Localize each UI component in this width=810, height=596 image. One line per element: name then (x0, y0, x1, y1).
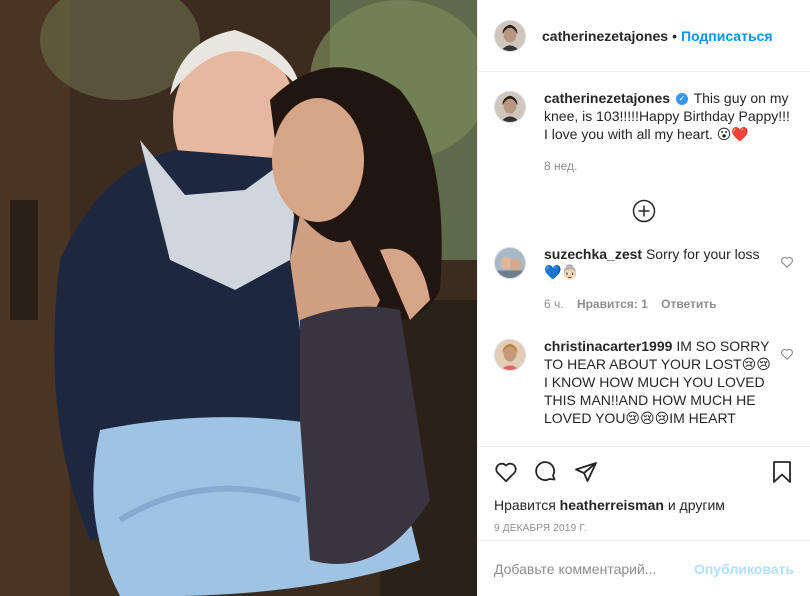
likes-prefix: Нравится (494, 497, 556, 513)
comment-username[interactable]: christinacarter1999 (544, 338, 672, 354)
caption: catherinezetajones ✓ This guy on my knee… (494, 89, 794, 175)
heart-icon[interactable] (780, 255, 794, 269)
avatar[interactable] (494, 19, 526, 52)
comment-input[interactable]: Добавьте комментарий... (494, 561, 694, 577)
comments-list[interactable]: catherinezetajones ✓ This guy on my knee… (478, 73, 810, 446)
likes-summary: Нравится heatherreisman и другим (494, 497, 794, 513)
avatar[interactable] (494, 339, 526, 371)
load-more-comments[interactable] (494, 199, 794, 223)
caption-meta: 8 нед. (544, 157, 794, 175)
action-icons (494, 457, 794, 487)
heart-icon[interactable] (780, 347, 794, 361)
post-actions: Нравится heatherreisman и другим 9 декаб… (478, 446, 810, 534)
post-header: catherinezetajones • Подписаться (478, 0, 810, 72)
avatar[interactable] (494, 247, 526, 279)
bookmark-icon[interactable] (770, 460, 794, 484)
verified-badge-icon: ✓ (675, 93, 688, 106)
post-comment-button[interactable]: Опубликовать (694, 561, 794, 577)
reply-button[interactable]: Ответить (661, 297, 716, 311)
plus-circle-icon[interactable] (632, 199, 656, 223)
likes-user[interactable]: heatherreisman (560, 497, 664, 513)
follow-button[interactable]: Подписаться (681, 28, 773, 44)
comment-time[interactable]: 6 ч. (544, 297, 564, 311)
caption-username[interactable]: catherinezetajones (544, 90, 670, 106)
comment-likes[interactable]: Нравится: 1 (577, 297, 648, 311)
heart-icon[interactable] (494, 460, 518, 484)
comment-item: christinacarter1999 IM SO SORRY TO HEAR … (494, 337, 794, 427)
comment-meta: 6 ч. Нравится: 1 Ответить (544, 295, 774, 313)
post-date[interactable]: 9 декабря 2019 г. (494, 523, 794, 534)
caption-time[interactable]: 8 нед. (544, 159, 577, 173)
add-comment-bar: Добавьте комментарий... Опубликовать (478, 540, 810, 596)
post-photo[interactable] (0, 0, 477, 596)
comment-icon[interactable] (534, 460, 558, 484)
separator-dot: • (672, 27, 677, 44)
post-sidebar: catherinezetajones • Подписаться catheri… (477, 0, 810, 596)
comment-username[interactable]: suzechka_zest (544, 246, 642, 262)
photo-illustration (0, 0, 477, 596)
comment-item: suzechka_zest Sorry for your loss 💙👵🏻 6 … (494, 245, 794, 313)
likes-suffix[interactable]: и другим (668, 497, 725, 513)
share-icon[interactable] (574, 460, 598, 484)
avatar[interactable] (494, 91, 526, 123)
header-username[interactable]: catherinezetajones (542, 28, 668, 44)
